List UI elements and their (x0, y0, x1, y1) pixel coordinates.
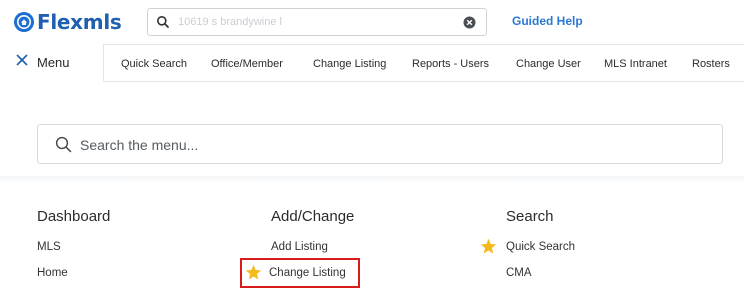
menu-search (37, 124, 723, 164)
nav-item-change-listing[interactable]: Change Listing (313, 58, 386, 70)
column-title-add-change: Add/Change (271, 208, 355, 225)
logo-text: Flexmls (37, 10, 122, 34)
menu-link-add-listing[interactable]: Add Listing (271, 241, 328, 253)
top-bar: Flexmls Guided Help (0, 0, 744, 44)
nav-item-mls-intranet[interactable]: MLS Intranet (604, 58, 667, 70)
menu-search-input[interactable] (80, 136, 680, 154)
search-icon (156, 15, 170, 34)
clear-icon[interactable] (463, 16, 476, 34)
guided-help-link[interactable]: Guided Help (512, 14, 583, 28)
close-icon[interactable] (16, 53, 28, 71)
nav-item-change-user[interactable]: Change User (516, 58, 581, 70)
star-icon[interactable] (480, 238, 497, 259)
nav-bar: Menu Quick Search Office/Member Change L… (0, 44, 744, 83)
column-title-dashboard: Dashboard (37, 208, 111, 225)
menu-link-mls[interactable]: MLS (37, 241, 61, 253)
highlight-box (240, 258, 360, 288)
global-search-input[interactable] (178, 13, 448, 31)
nav-item-reports-users[interactable]: Reports - Users (412, 58, 489, 70)
section-divider (0, 176, 744, 182)
menu-toggle-button[interactable]: Menu (0, 44, 104, 83)
menu-link-home[interactable]: Home (37, 267, 68, 279)
menu-label: Menu (37, 54, 70, 70)
global-search (147, 8, 487, 36)
nav-item-office-member[interactable]: Office/Member (211, 58, 283, 70)
menu-link-cma[interactable]: CMA (506, 267, 532, 279)
column-title-search: Search (506, 208, 554, 225)
menu-link-quick-search[interactable]: Quick Search (506, 241, 575, 253)
nav-item-rosters[interactable]: Rosters (692, 58, 730, 70)
search-icon (55, 136, 72, 158)
flexmls-logo[interactable]: Flexmls (14, 9, 122, 35)
nav-item-quick-search[interactable]: Quick Search (121, 58, 187, 70)
flexmls-logo-icon (14, 12, 34, 32)
